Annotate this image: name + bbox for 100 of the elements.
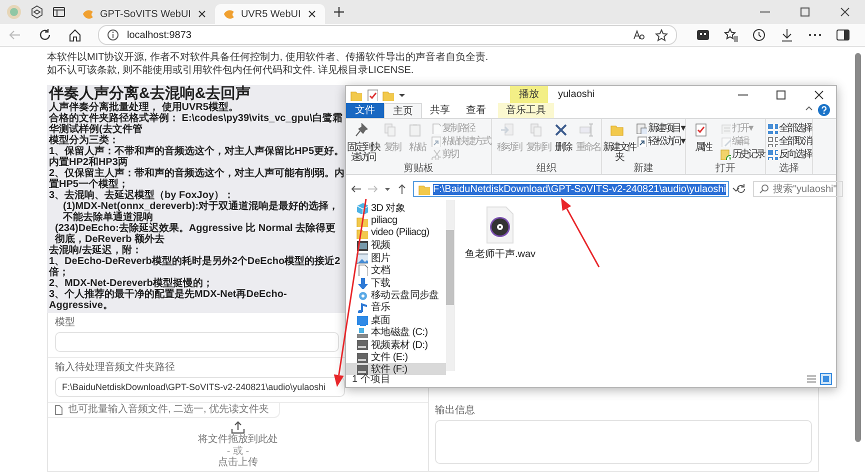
large-icons-view-icon[interactable]	[820, 373, 832, 385]
address-bar[interactable]: localhost:9873	[98, 25, 677, 45]
ribbon-button[interactable]: 反向选择	[766, 149, 811, 160]
model-field[interactable]	[55, 332, 339, 352]
description-text: (1)MDX-Net(onnx_dereverb):对于双通道混响是最好的选择，不能去除单通道混响	[62, 201, 340, 223]
ribbon-button[interactable]: 固定到快速访问	[347, 121, 379, 163]
tree-item[interactable]: 本地磁盘 (C:)	[346, 326, 446, 338]
description-text: 模型分为三类：	[49, 135, 120, 146]
tree-item[interactable]: 3D 对象	[346, 202, 446, 214]
tree-item[interactable]: 视频素材 (D:)	[346, 338, 446, 351]
upload-text: 点击上传	[218, 457, 258, 469]
audio-file-icon	[485, 206, 516, 244]
extension-icon[interactable]	[696, 28, 710, 42]
shortcut-icon	[430, 136, 441, 147]
scrollbar[interactable]	[446, 200, 454, 371]
history-icon[interactable]	[752, 28, 766, 42]
drive-icon	[356, 338, 368, 350]
details-view-icon[interactable]	[806, 374, 817, 384]
tree-item[interactable]: video (Piliacg)	[346, 226, 446, 240]
tree-item[interactable]: 文档	[346, 264, 446, 276]
up-arrow-icon[interactable]	[396, 183, 408, 195]
maximize-icon[interactable]	[799, 6, 811, 18]
ribbon-tab[interactable]: 共享	[422, 103, 458, 118]
info-icon[interactable]	[107, 29, 119, 41]
tree-item[interactable]: 移动云盘同步盘	[346, 288, 446, 302]
dropdown-caret-icon[interactable]	[732, 185, 740, 193]
ribbon-button[interactable]: 全部取消	[766, 136, 811, 147]
description-text: 去混响/去延迟，附：	[49, 245, 143, 256]
browser-tab[interactable]: GPT-SoVITS WebUI	[74, 4, 215, 24]
star-icon[interactable]	[655, 28, 668, 42]
scrollbar[interactable]	[855, 53, 861, 442]
browser-tab[interactable]: UVR5 WebUI	[214, 4, 325, 24]
tree-item[interactable]: 下载	[346, 276, 446, 289]
home-icon[interactable]	[68, 28, 82, 42]
ribbon-button[interactable]: 轻松访问 ▾	[636, 136, 684, 147]
notice-text: 本软件以MIT协议开源, 作者不对软件具备任何控制力, 使用软件者、传播软件导出的声音者自负全责.	[47, 51, 490, 64]
ribbon-button[interactable]: 新建项目 ▾	[636, 123, 684, 134]
back-arrow-icon[interactable]	[350, 183, 362, 195]
help-icon[interactable]	[818, 104, 830, 116]
description-text: 1、保留人声：不带和声的音频选这个，对主人声保留比HP5更好。内置HP2和HP3两	[49, 146, 345, 168]
group-label: 组织	[536, 163, 558, 174]
read-aloud-icon[interactable]	[633, 29, 647, 41]
tree-item[interactable]: 文件 (E:)	[346, 350, 446, 364]
ribbon-button[interactable]: 历史记录	[720, 149, 764, 160]
download-icon	[356, 276, 368, 289]
folder-icon	[418, 183, 430, 195]
favicon-icon	[222, 8, 235, 20]
tree-item[interactable]: 图片	[346, 252, 446, 264]
music-note-icon	[356, 301, 368, 314]
properties-icon[interactable]	[366, 88, 378, 100]
path-input-field[interactable]: F:\BaiduNetdiskDownload\GPT-SoVITS-v2-240821\audio\yulaoshi	[55, 377, 345, 397]
close-icon[interactable]	[196, 9, 207, 19]
field-label: 模型	[55, 317, 75, 329]
caret-icon[interactable]	[384, 186, 391, 192]
description-text: 2、MDX-Net-Dereverb模型挺慢的；	[49, 278, 214, 289]
ribbon-tab[interactable]: 文件	[346, 103, 384, 118]
upload-text: - 或 -	[226, 446, 250, 457]
ribbon-tab[interactable]: 音乐工具	[498, 103, 554, 118]
grid-icon	[766, 123, 778, 134]
annotation-arrow	[561, 198, 600, 268]
ribbon-button[interactable]: 新建文件夹	[603, 121, 635, 163]
document-icon	[356, 264, 368, 276]
open-icon	[720, 123, 731, 134]
ribbon-button[interactable]: 删除	[551, 121, 575, 163]
description-text: 3、去混响、去延迟模型（by FoxJoy）：	[49, 190, 234, 201]
field-label: 输入待处理音频文件夹路径	[55, 362, 175, 374]
file-icon	[54, 405, 63, 415]
tree-item[interactable]: 视频	[346, 239, 446, 252]
ribbon-button[interactable]: 全部选择	[766, 123, 811, 134]
close-icon[interactable]	[839, 6, 851, 18]
description-text: 合格的文件夹路径格式举例： E:\codes\py39\vits_vc_gpu\白鹭霜华测试样例(去文件管	[49, 113, 344, 135]
new-tab-icon[interactable]	[332, 6, 345, 18]
tree-item[interactable]: piliacg	[346, 214, 446, 227]
ribbon-tab[interactable]: 主页	[384, 103, 422, 118]
upload-icon	[231, 420, 245, 434]
workspaces-icon[interactable]	[30, 5, 44, 19]
drive-icon	[356, 363, 368, 376]
ribbon-button[interactable]: 属性	[686, 121, 719, 163]
tree-item[interactable]: 桌面	[346, 314, 446, 326]
maximize-icon[interactable]	[775, 88, 787, 100]
tab-title: GPT-SoVITS WebUI	[100, 8, 191, 20]
file-item[interactable]: 鱼老师干声.wav	[465, 206, 536, 261]
close-icon[interactable]	[813, 88, 825, 100]
sidebar-icon[interactable]	[836, 28, 850, 42]
group-label: 新建	[632, 163, 654, 174]
url-text: localhost:9873	[127, 30, 192, 40]
close-icon[interactable]	[306, 9, 317, 19]
tree-item[interactable]: 软件 (F:)	[346, 363, 446, 376]
tree-item[interactable]: 音乐	[346, 301, 446, 314]
favorites-icon[interactable]	[724, 28, 738, 42]
download-icon[interactable]	[780, 28, 794, 42]
file-upload-area[interactable]: 也可批量输入音频文件, 二选一, 优先读文件夹 将文件拖放到此处 - 或 - 点击上传	[48, 403, 428, 471]
description-text: (234)DeEcho:去除延迟效果。Aggressive 比 Normal 去除得更彻底，DeReverb 额外去	[54, 223, 337, 245]
search-field[interactable]: 搜索"yulaoshi"	[753, 181, 843, 197]
new-item-icon	[636, 123, 647, 134]
ribbon-tab[interactable]: 查看	[458, 103, 494, 118]
cube-icon	[356, 202, 368, 214]
shortcut-icon	[636, 136, 647, 147]
reload-icon[interactable]	[38, 28, 52, 42]
tab-actions-icon[interactable]	[52, 5, 66, 19]
